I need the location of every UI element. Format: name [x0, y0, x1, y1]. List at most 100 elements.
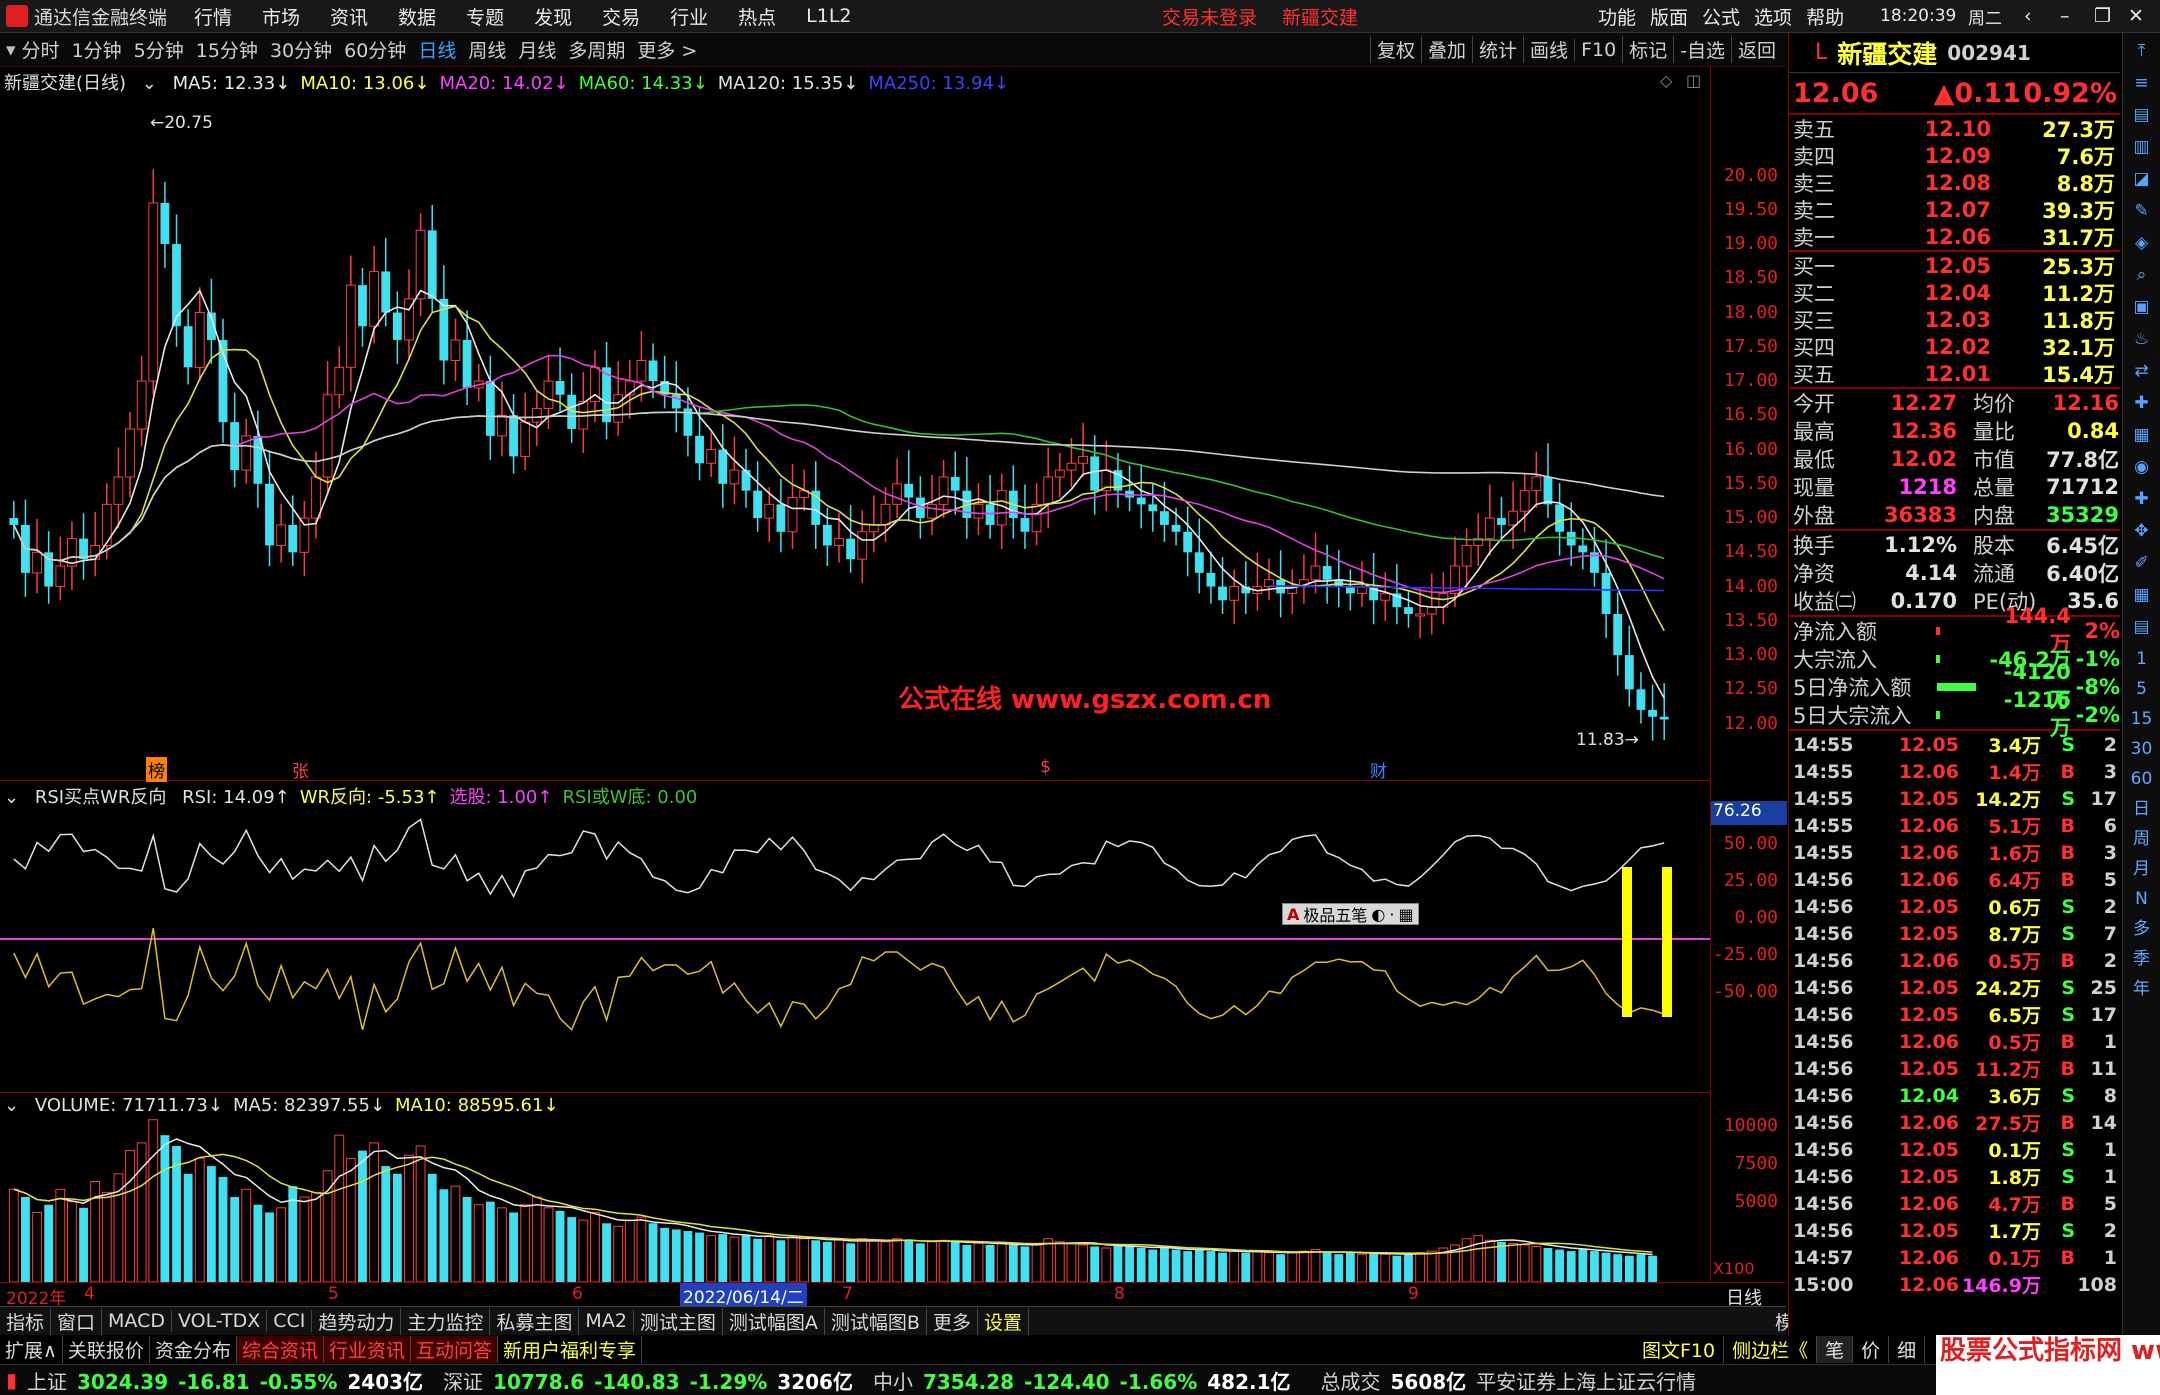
ext-tab-6[interactable]: 新用户福利专享: [498, 1336, 643, 1363]
indicator-tab-2[interactable]: MACD: [102, 1310, 172, 1332]
side-period-9[interactable]: 多: [2127, 915, 2157, 943]
indicator-tab-11[interactable]: 测试幅图B: [825, 1307, 927, 1335]
ext-tab-5[interactable]: 互动问答: [410, 1336, 498, 1363]
ime-dot-icon[interactable]: ·: [1389, 905, 1394, 924]
ask-row-4[interactable]: 卖一 12.06 31.7万: [1789, 223, 2120, 250]
up-arrow-icon[interactable]: ⤒: [2127, 37, 2157, 65]
tool-0[interactable]: 复权: [1370, 36, 1415, 63]
panel-tab-1[interactable]: 侧边栏《: [1724, 1336, 1818, 1363]
panel-tab-0[interactable]: 图文F10: [1634, 1336, 1725, 1363]
menu-9[interactable]: L1L2: [806, 5, 851, 27]
kline-chart[interactable]: ←20.75 11.83→: [0, 67, 1710, 781]
menu-1[interactable]: 市场: [262, 3, 300, 30]
indicator-tab-0[interactable]: 指标: [0, 1307, 52, 1335]
login-status[interactable]: 交易未登录: [1162, 3, 1257, 30]
menu-5[interactable]: 发现: [534, 3, 572, 30]
right-menu-1[interactable]: 版面: [1650, 3, 1688, 30]
bar-chart-icon[interactable]: ▤: [2127, 101, 2157, 129]
indicator-tab-1[interactable]: 窗口: [51, 1307, 103, 1335]
new-icon[interactable]: ✚: [2127, 389, 2157, 417]
rsi-icon[interactable]: ✎: [2127, 197, 2157, 225]
ext-tab-3[interactable]: 综合资讯: [236, 1336, 324, 1363]
fz-icon[interactable]: ▦: [2127, 421, 2157, 449]
line-chart-icon[interactable]: ▥: [2127, 133, 2157, 161]
tick-list[interactable]: 14:55 12.05 3.4万 S 2 14:55 12.06 1.4万 B 3 14:55 12.…: [1789, 731, 2120, 1298]
period-tab-7[interactable]: 周线: [468, 36, 506, 63]
tool-3[interactable]: 画线: [1523, 36, 1568, 63]
right-menu-2[interactable]: 公式: [1702, 3, 1740, 30]
restore-icon[interactable]: ❐: [2094, 5, 2111, 27]
ext-tab-0[interactable]: 扩展∧: [0, 1336, 63, 1363]
bid-row-0[interactable]: 买一 12.05 25.3万: [1789, 252, 2120, 279]
panel-tab-2[interactable]: 笔: [1817, 1336, 1854, 1363]
kline-pane[interactable]: 新疆交建(日线) ⌄ MA5: 12.33↓ MA10: 13.06↓ MA20: …: [0, 67, 1710, 782]
period-tab-2[interactable]: 5分钟: [134, 36, 184, 63]
f10-icon[interactable]: ▣: [2127, 293, 2157, 321]
indicator-tab-8[interactable]: MA2: [579, 1310, 634, 1332]
menu-8[interactable]: 热点: [738, 3, 776, 30]
menu-0[interactable]: 行情: [194, 3, 232, 30]
move-icon[interactable]: ✥: [2127, 517, 2157, 545]
ask-row-0[interactable]: 卖五 12.10 27.3万: [1789, 115, 2120, 142]
indicator-tab-9[interactable]: 测试主图: [634, 1307, 723, 1335]
menu-3[interactable]: 数据: [398, 3, 436, 30]
indicator-tab-10[interactable]: 测试幅图A: [723, 1307, 825, 1335]
ask-row-1[interactable]: 卖四 12.09 7.6万: [1789, 142, 2120, 169]
side-period-6[interactable]: 周: [2127, 825, 2157, 853]
table-icon[interactable]: ▤: [2127, 613, 2157, 641]
tool-1[interactable]: 叠加: [1421, 36, 1466, 63]
indicator-tab-5[interactable]: 趋势动力: [312, 1307, 402, 1335]
ask-row-2[interactable]: 卖三 12.08 8.8万: [1789, 169, 2120, 196]
indicator-tab-7[interactable]: 私募主图: [490, 1307, 580, 1335]
back-icon[interactable]: ‹: [2024, 5, 2032, 27]
indicator-tab-13[interactable]: 设置: [978, 1307, 1029, 1335]
side-period-7[interactable]: 月: [2127, 855, 2157, 883]
right-menu-3[interactable]: 选项: [1754, 3, 1792, 30]
side-period-11[interactable]: 年: [2127, 975, 2157, 1003]
period-tab-1[interactable]: 1分钟: [72, 36, 122, 63]
stock-name-tab[interactable]: 新疆交建: [1282, 3, 1358, 30]
index-2[interactable]: 中小 7354.28 -124.40 -1.66% 482.1亿: [873, 1366, 1301, 1395]
marker-list-badge[interactable]: 榜: [146, 757, 167, 782]
volume-chart[interactable]: [0, 1093, 1710, 1282]
period-tab-6[interactable]: 日线: [418, 36, 456, 63]
tool-7[interactable]: 返回: [1731, 36, 1776, 63]
toolbar-collapse-icon[interactable]: ▾: [6, 39, 16, 61]
ime-moon-icon[interactable]: ◐: [1371, 905, 1385, 924]
side-period-10[interactable]: 季: [2127, 945, 2157, 973]
index-0[interactable]: 上证 3024.39 -16.81 -0.55% 2403亿: [27, 1366, 433, 1395]
marker-finance[interactable]: 财: [1370, 757, 1387, 782]
ask-row-3[interactable]: 卖二 12.07 39.3万: [1789, 196, 2120, 223]
period-tab-9[interactable]: 多周期: [568, 36, 625, 63]
side-period-1[interactable]: 5: [2127, 675, 2157, 703]
right-menu-0[interactable]: 功能: [1598, 3, 1636, 30]
period-tab-4[interactable]: 30分钟: [270, 36, 332, 63]
hot-icon[interactable]: ♨: [2127, 325, 2157, 353]
bid-row-1[interactable]: 买二 12.04 11.2万: [1789, 279, 2120, 306]
right-menu-4[interactable]: 帮助: [1806, 3, 1844, 30]
close-icon[interactable]: ✕: [2128, 5, 2144, 27]
bid-row-4[interactable]: 买五 12.01 15.4万: [1789, 360, 2120, 387]
period-tab-5[interactable]: 60分钟: [344, 36, 406, 63]
period-tab-3[interactable]: 15分钟: [196, 36, 258, 63]
menu-6[interactable]: 交易: [602, 3, 640, 30]
tool-5[interactable]: 标记: [1622, 36, 1667, 63]
kline-icon[interactable]: ◈: [2127, 229, 2157, 257]
ext-tab-2[interactable]: 资金分布: [150, 1336, 237, 1363]
candles-icon[interactable]: ◪: [2127, 165, 2157, 193]
marker-dividend[interactable]: $: [1040, 757, 1051, 777]
index-ticker[interactable]: 上证 3024.39 -16.81 -0.55% 2403亿 深证 10778.6 -140.…: [27, 1366, 1310, 1395]
volume-pane[interactable]: ⌄ VOLUME: 71711.73↓ MA5: 82397.55↓ MA10: 8…: [0, 1093, 1710, 1282]
ext-tab-1[interactable]: 关联报价: [63, 1336, 150, 1363]
bid-row-2[interactable]: 买三 12.03 11.8万: [1789, 306, 2120, 333]
search-icon[interactable]: ⌕: [2127, 261, 2157, 289]
menu-2[interactable]: 资讯: [330, 3, 368, 30]
rsi-chart[interactable]: [0, 781, 1710, 1093]
marker-limit-up[interactable]: 张: [292, 757, 309, 782]
tool-2[interactable]: 统计: [1472, 36, 1517, 63]
rs-icon[interactable]: ⇄: [2127, 357, 2157, 385]
side-period-3[interactable]: 30: [2127, 735, 2157, 763]
rsi-pane[interactable]: ⌄ RSI买点WR反向 RSI: 14.09↑ WR反向: -5.53↑ 选股: 1…: [0, 781, 1710, 1093]
period-tab-8[interactable]: 月线: [518, 36, 556, 63]
indicator-tab-3[interactable]: VOL-TDX: [172, 1310, 268, 1332]
